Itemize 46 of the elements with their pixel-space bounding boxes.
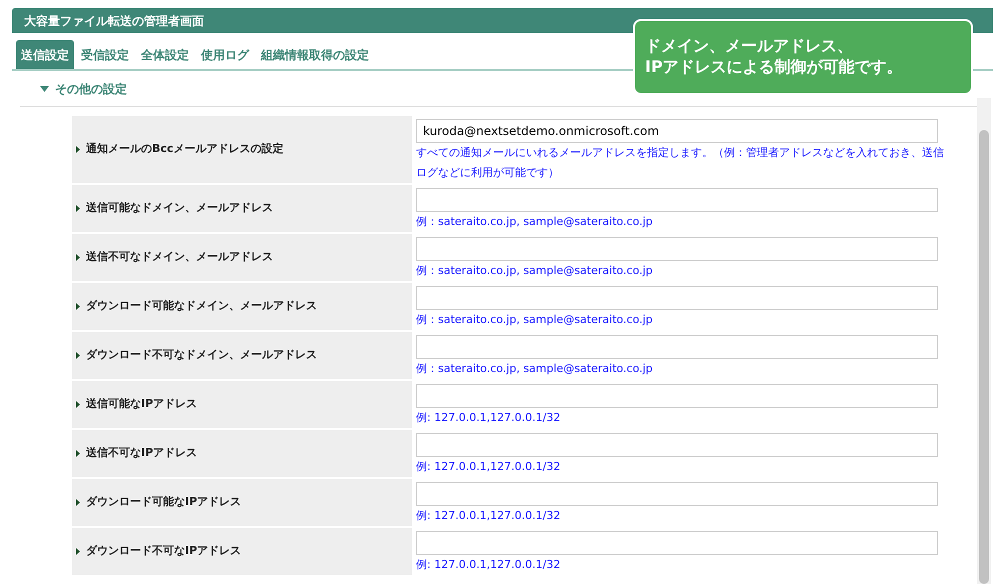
input-field[interactable]: kuroda@nextsetdemo.onmicrosoft.com <box>416 119 938 143</box>
hint-text: 例: 127.0.0.1,127.0.0.1/32 <box>416 410 562 426</box>
input-field[interactable] <box>416 433 938 457</box>
tab[interactable]: 送信設定 <box>16 40 74 69</box>
scrollbar[interactable] <box>977 98 991 584</box>
callout-text: ドメイン、メールアドレス、 <box>645 35 854 56</box>
hint-text: 例：sateraito.co.jp, sample@sateraito.co.jp <box>416 361 654 377</box>
tab[interactable]: 受信設定 <box>76 40 134 69</box>
setting-label: 送信不可なIPアドレス <box>86 445 198 462</box>
input-field[interactable] <box>416 286 938 310</box>
input-field[interactable] <box>416 188 938 212</box>
hint-text: 例: 127.0.0.1,127.0.0.1/32 <box>416 459 562 475</box>
hint-text: 例: 127.0.0.1,127.0.0.1/32 <box>416 508 562 524</box>
input-field[interactable] <box>416 482 938 506</box>
bullet-icon <box>76 499 80 506</box>
setting-label: ダウンロード可能なIPアドレス <box>86 494 242 510</box>
hint-text: すべての通知メールにいれるメールアドレスを指定します。（例：管理者アドレスなどを入れておき、送信ログなどに利用が可能です） <box>416 145 944 181</box>
input-field[interactable] <box>416 531 938 555</box>
input-field[interactable] <box>416 335 938 359</box>
hint-text: 例：sateraito.co.jp, sample@sateraito.co.jp <box>416 214 654 230</box>
setting-label: ダウンロード不可なドメイン、メールアドレス <box>86 347 317 364</box>
callout-text: IPアドレスによる制御が可能です。 <box>645 56 904 77</box>
bullet-icon <box>76 146 80 153</box>
bullet-icon <box>76 450 80 457</box>
input-field[interactable] <box>416 384 938 408</box>
hint-text: 例: 127.0.0.1,127.0.0.1/32 <box>416 557 562 573</box>
setting-label: ダウンロード可能なドメイン、メールアドレス <box>86 298 317 314</box>
bullet-icon <box>76 205 80 212</box>
tab[interactable]: 全体設定 <box>136 40 194 69</box>
setting-label: 送信可能なIPアドレス <box>86 396 198 412</box>
tab[interactable]: 使用ログ <box>196 40 254 69</box>
setting-label: 通知メールのBccメールアドレスの設定 <box>86 141 284 158</box>
bullet-icon <box>76 254 80 261</box>
bullet-icon <box>76 303 80 310</box>
caret-icon[interactable] <box>40 86 49 92</box>
bullet-icon <box>76 352 80 359</box>
bullet-icon <box>76 548 80 555</box>
input-field[interactable] <box>416 237 938 261</box>
hint-text: 例：sateraito.co.jp, sample@sateraito.co.jp <box>416 312 654 328</box>
setting-label: ダウンロード不可なIPアドレス <box>86 543 242 560</box>
setting-label: 送信可能なドメイン、メールアドレス <box>86 200 273 216</box>
section-title[interactable]: その他の設定 <box>55 80 127 98</box>
hint-text: 例：sateraito.co.jp, sample@sateraito.co.jp <box>416 263 654 279</box>
tab[interactable]: 組織情報取得の設定 <box>256 40 374 69</box>
setting-label: 送信不可なドメイン、メールアドレス <box>86 249 273 266</box>
bullet-icon <box>76 401 80 408</box>
